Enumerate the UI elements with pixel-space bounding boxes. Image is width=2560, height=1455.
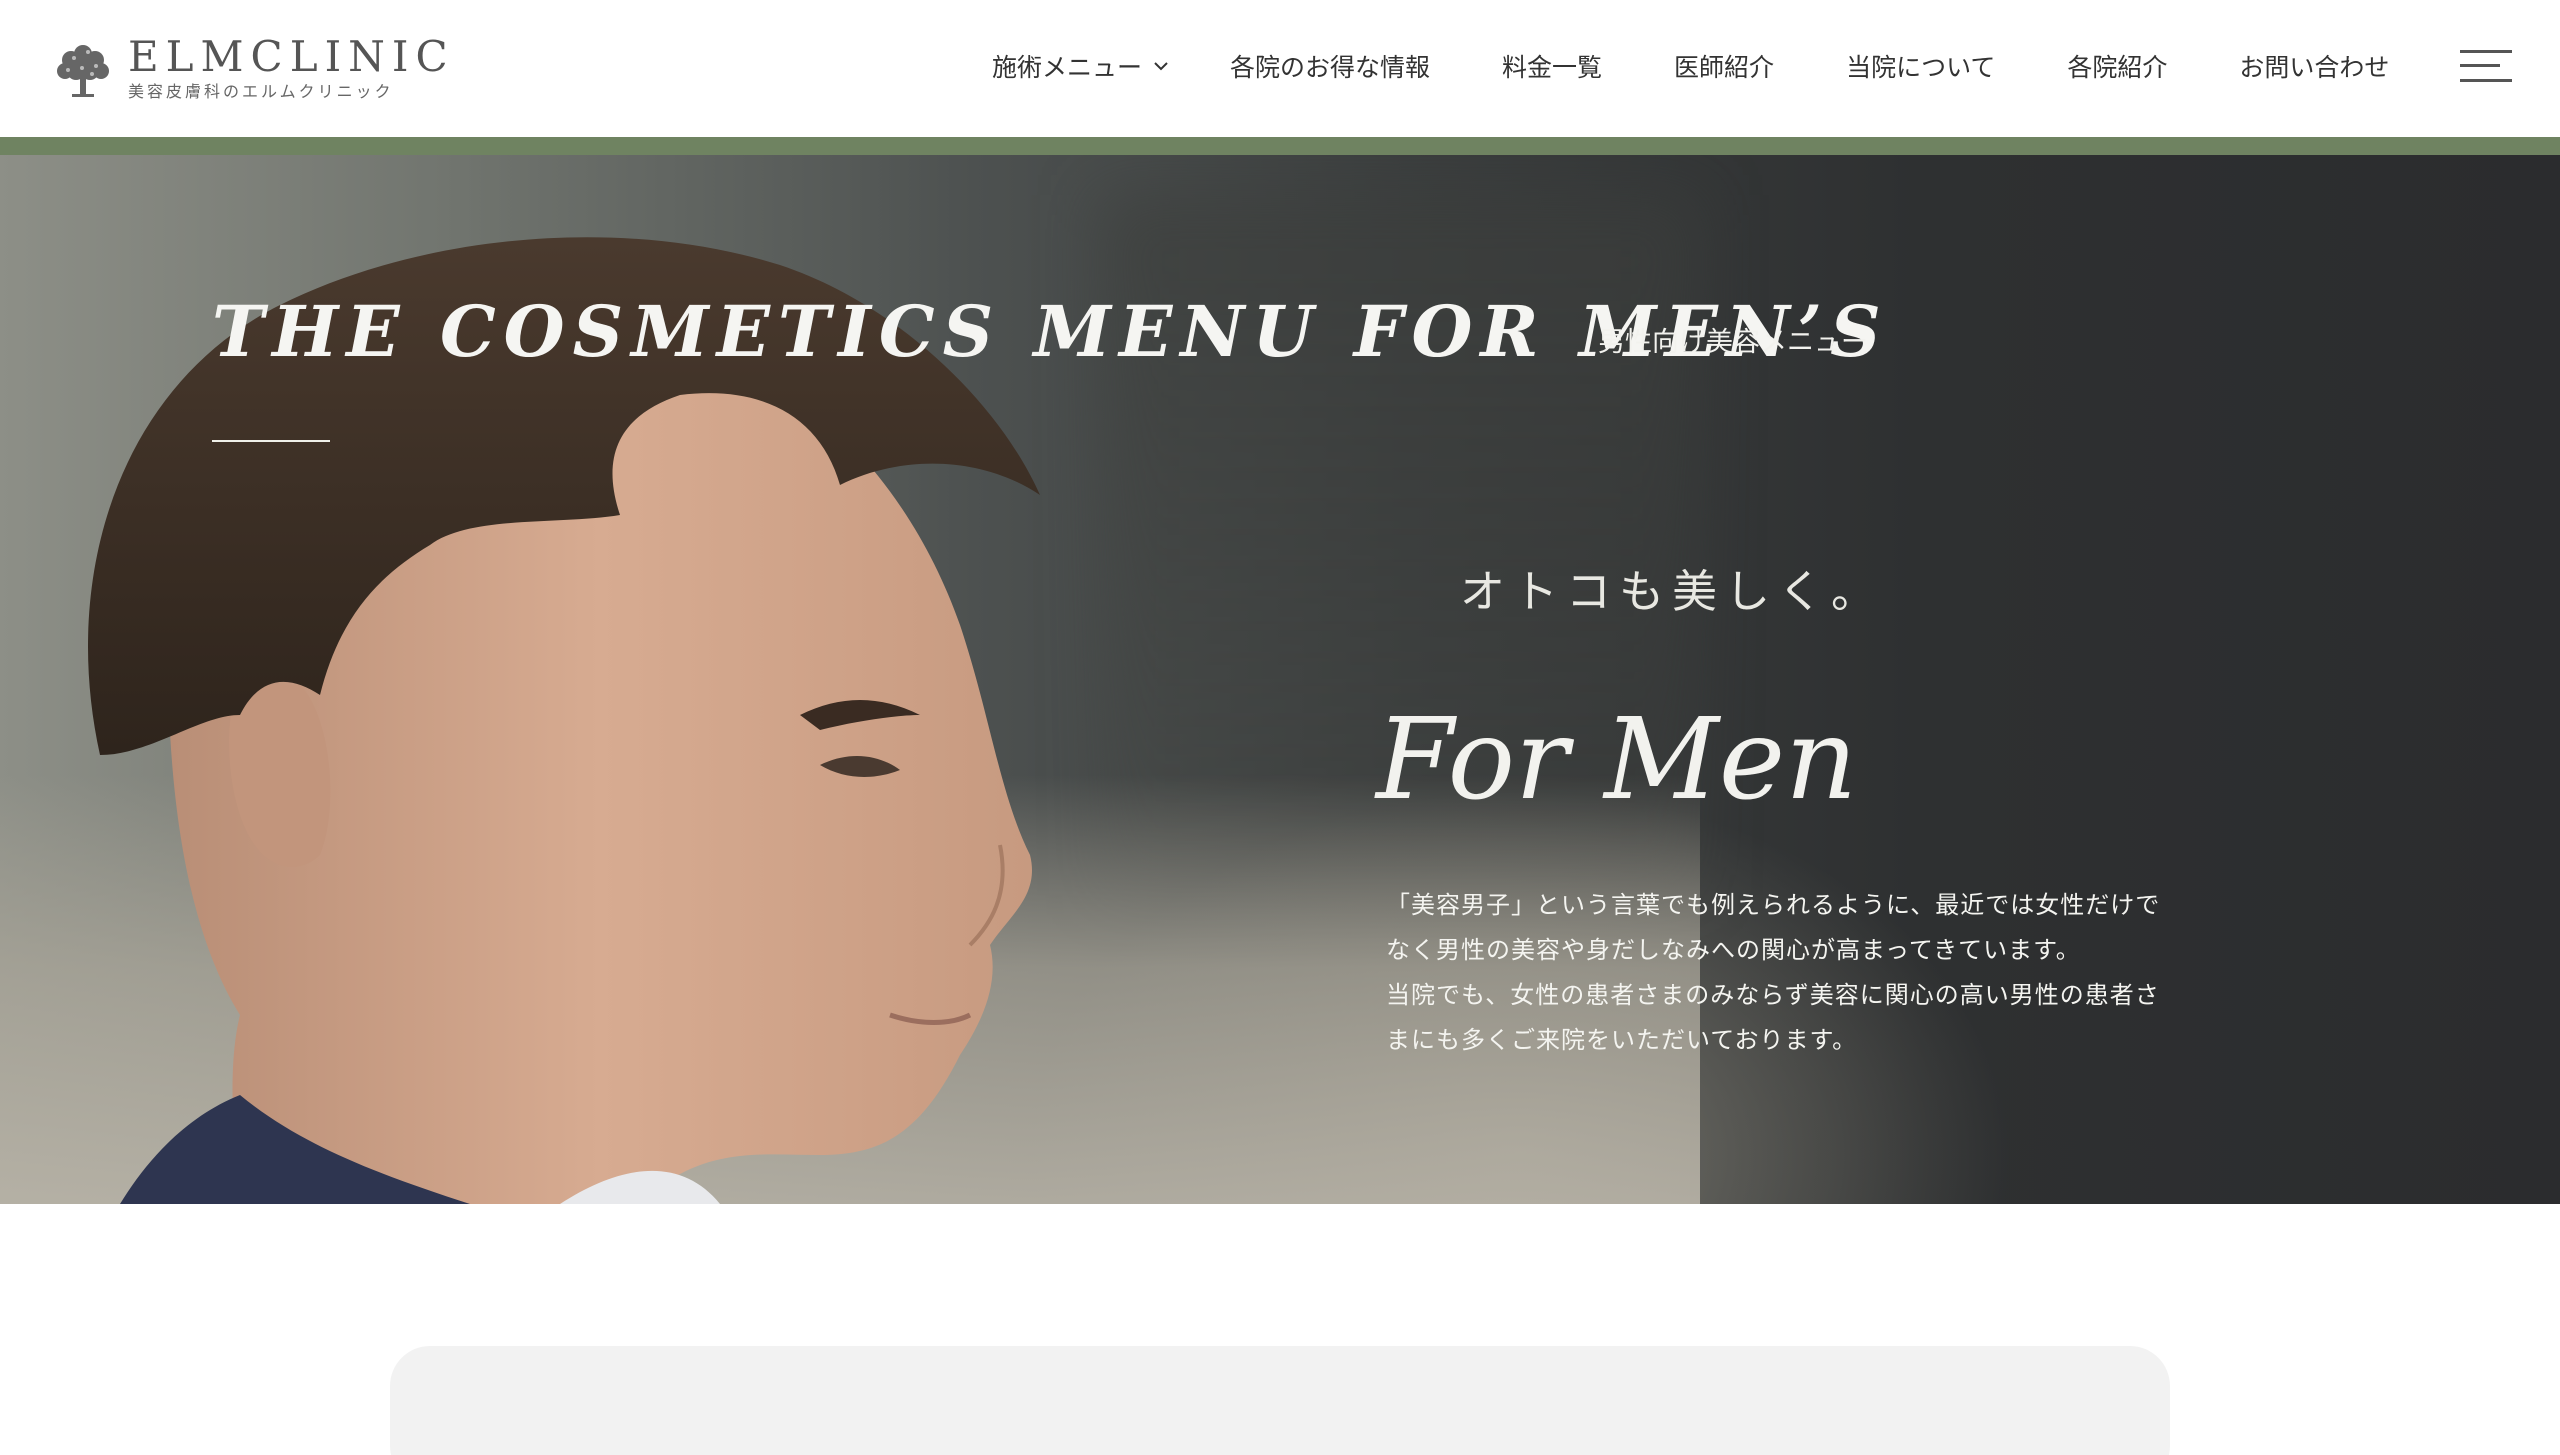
chevron-down-icon	[1154, 62, 1168, 71]
nav-item-label: 各院のお得な情報	[1230, 53, 1431, 82]
hero-title-underline	[212, 440, 330, 442]
hero-description-line: なく男性の美容や身だしなみへの関心が高まってきています。	[1386, 936, 2081, 964]
brand-tagline: 美容皮膚科のエルムクリニック	[128, 82, 394, 101]
nav-item-label: 医師紹介	[1674, 53, 1775, 82]
nav-item-about[interactable]: 当院について	[1846, 48, 1995, 84]
hero-catchphrase: オトコも美しく。	[1460, 565, 1885, 618]
nav-item-label: 施術メニュー	[992, 53, 1143, 82]
hamburger-menu-icon[interactable]	[2460, 46, 2512, 86]
hero-description-line: まにも多くご来院をいただいております。	[1386, 1026, 1858, 1054]
nav-item-doctors[interactable]: 医師紹介	[1674, 48, 1774, 84]
content-card	[390, 1346, 2170, 1455]
tree-logo-icon	[57, 45, 109, 97]
nav-item-clinic-offers[interactable]: 各院のお得な情報	[1230, 48, 1430, 84]
brand-name: ELMCLINIC	[128, 32, 455, 81]
hero-section: THE COSMETICS MENU FOR MEN’S 男性向け美容メニュー …	[0, 155, 2560, 1204]
hero-description: 「美容男子」という言葉でも例えられるように、最近では女性だけで なく男性の美容や…	[1386, 883, 2176, 1063]
accent-band	[0, 137, 2560, 155]
nav-item-label: 各院紹介	[2067, 53, 2168, 82]
hero-description-line: 「美容男子」という言葉でも例えられるように、最近では女性だけで	[1386, 891, 2161, 919]
nav-item-price-list[interactable]: 料金一覧	[1502, 48, 1602, 84]
hero-description-line: 当院でも、女性の患者さまのみならず美容に関心の高い男性の患者さ	[1386, 981, 2160, 1009]
nav-item-treatment-menu[interactable]: 施術メニュー	[992, 48, 1170, 84]
for-men-script: For Men	[1374, 695, 1857, 825]
nav-item-clinics[interactable]: 各院紹介	[2067, 48, 2167, 84]
nav-item-label: 料金一覧	[1502, 53, 1603, 82]
for-men-script-text: For Men	[1374, 695, 1857, 825]
main-nav: 施術メニュー 各院のお得な情報 料金一覧 医師紹介 当院について 各院紹介 お問…	[992, 46, 2389, 86]
nav-item-contact[interactable]: お問い合わせ	[2239, 48, 2389, 84]
site-header: ELMCLINIC 美容皮膚科のエルムクリニック 施術メニュー 各院のお得な情報…	[0, 0, 2560, 137]
brand-logo[interactable]: ELMCLINIC 美容皮膚科のエルムクリニック	[52, 34, 455, 104]
hero-title-japanese: 男性向け美容メニュー	[1598, 327, 1868, 358]
nav-item-label: 当院について	[1846, 53, 1996, 82]
nav-item-label: お問い合わせ	[2239, 53, 2390, 82]
